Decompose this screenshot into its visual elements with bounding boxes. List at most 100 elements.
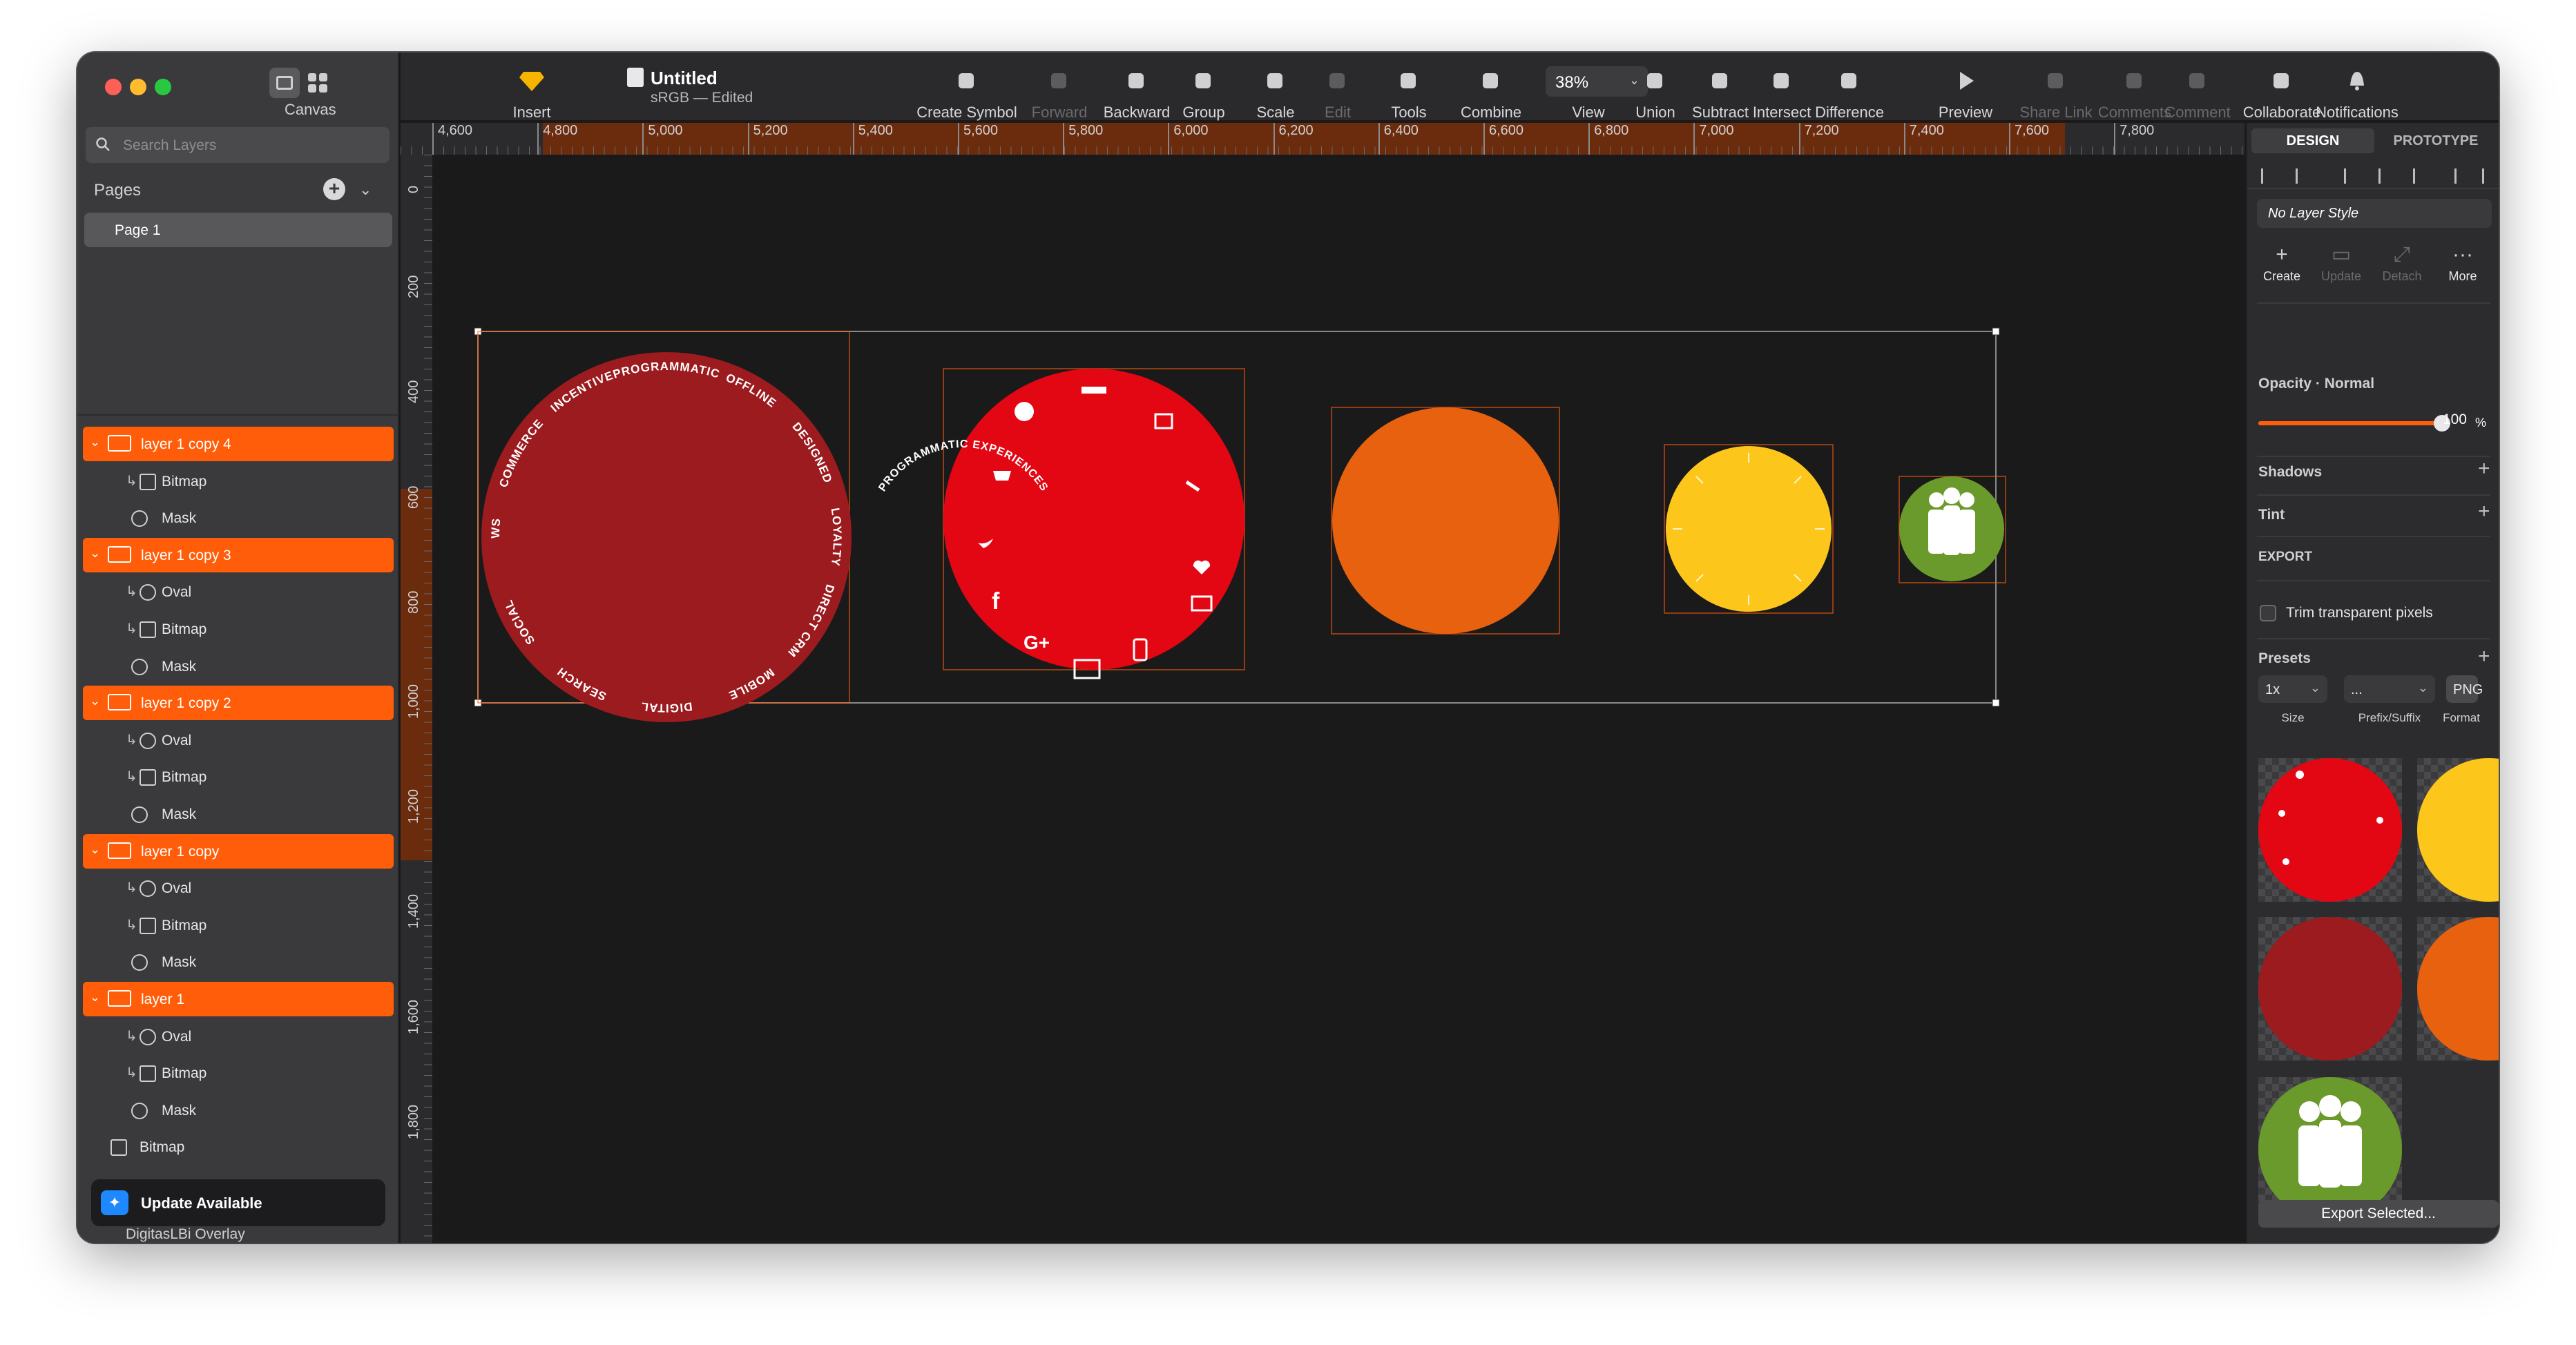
opacity-slider[interactable] bbox=[2258, 415, 2450, 432]
align-center-icon[interactable] bbox=[2296, 168, 2311, 184]
canvas[interactable]: PROGRAMMATIC OFFLINE DESIGNED LOYALTY DIRECT… bbox=[427, 144, 2245, 1243]
chevron-down-icon[interactable]: ⌄ bbox=[90, 694, 100, 708]
group-button[interactable]: Group bbox=[1173, 62, 1235, 121]
circle-yellow[interactable] bbox=[1666, 446, 1832, 612]
chevron-down-icon[interactable]: ⌄ bbox=[90, 842, 100, 857]
comment-button[interactable]: Comment bbox=[2159, 62, 2236, 121]
folder-icon bbox=[108, 694, 131, 711]
chevron-down-icon[interactable]: ⌄ bbox=[90, 990, 100, 1005]
align-top-icon[interactable] bbox=[2454, 168, 2470, 184]
export-preview-orange[interactable] bbox=[2417, 917, 2499, 1061]
layer-item[interactable]: ↳ Oval bbox=[83, 574, 394, 609]
preset-prefix-select[interactable]: ... ⌄ bbox=[2344, 675, 2435, 703]
tab-design[interactable]: DESIGN bbox=[2251, 128, 2374, 153]
folder-icon bbox=[108, 545, 131, 563]
layer-style-select[interactable]: No Layer Style bbox=[2257, 199, 2492, 228]
canvas-view-icon[interactable] bbox=[269, 68, 300, 98]
export-preview-green[interactable] bbox=[2258, 1077, 2402, 1221]
oval-icon bbox=[140, 584, 156, 601]
more-style-button[interactable]: ··· More bbox=[2435, 244, 2490, 284]
layer-item[interactable]: Mask bbox=[83, 797, 394, 831]
minimize-window-button[interactable] bbox=[130, 79, 146, 95]
canvas-view-toggle[interactable] bbox=[269, 68, 331, 105]
layer-item[interactable]: ↳ Bitmap bbox=[83, 1056, 394, 1090]
circle-orange[interactable] bbox=[1332, 407, 1559, 634]
ruler-label: 5,000 bbox=[642, 123, 682, 155]
circle-red-icons[interactable] bbox=[943, 369, 1244, 670]
zoom-window-button[interactable] bbox=[155, 79, 171, 95]
create-style-button[interactable]: + Create bbox=[2254, 244, 2309, 284]
tools-button[interactable]: Tools bbox=[1381, 62, 1436, 121]
ruler-label: 7,400 bbox=[1903, 123, 1944, 155]
preset-format-select[interactable]: PNG bbox=[2446, 675, 2483, 703]
shadows-label: Shadows bbox=[2258, 464, 2323, 480]
layer-item[interactable]: ↳ Oval bbox=[83, 871, 394, 905]
update-style-button[interactable]: ▭ Update bbox=[2314, 244, 2369, 284]
update-available-button[interactable]: ✦ Update Available bbox=[91, 1179, 385, 1226]
create-symbol-button[interactable]: Create Symbol bbox=[906, 62, 1028, 121]
tab-prototype[interactable]: PROTOTYPE bbox=[2374, 128, 2497, 153]
align-hcenter-icon[interactable] bbox=[2378, 168, 2394, 184]
forward-button[interactable]: Forward bbox=[1026, 62, 1093, 121]
backward-button[interactable]: Backward bbox=[1095, 62, 1178, 121]
export-preview-yellow[interactable] bbox=[2417, 758, 2499, 902]
layer-item[interactable]: Mask bbox=[83, 501, 394, 535]
scale-button[interactable]: Scale bbox=[1250, 62, 1301, 121]
page-item[interactable]: Page 1 bbox=[84, 213, 392, 247]
close-window-button[interactable] bbox=[105, 79, 122, 95]
layer-group-item[interactable]: ⌄ layer 1 copy 3 bbox=[83, 537, 394, 572]
layer-item[interactable]: Mask bbox=[83, 945, 394, 979]
insert-button[interactable]: Insert bbox=[504, 62, 559, 121]
add-page-icon[interactable]: + bbox=[323, 178, 345, 200]
combine-button[interactable]: Combine bbox=[1453, 62, 1529, 121]
chevron-down-icon[interactable]: ⌄ bbox=[359, 181, 372, 199]
layer-item[interactable]: ↳ Bitmap bbox=[83, 612, 394, 646]
clip-arrow-icon: ↳ bbox=[126, 584, 137, 600]
edit-button[interactable]: Edit bbox=[1315, 62, 1361, 121]
chevron-down-icon[interactable]: ⌄ bbox=[90, 546, 100, 561]
notifications-button[interactable]: Notifications bbox=[2305, 62, 2409, 121]
layer-group-item[interactable]: ⌄ layer 1 bbox=[83, 982, 394, 1016]
layer-group-item[interactable]: ⌄ layer 1 copy bbox=[83, 833, 394, 869]
distribute-icon[interactable] bbox=[2344, 168, 2359, 184]
add-preset-icon[interactable]: + bbox=[2478, 645, 2490, 668]
layer-group-item[interactable]: ⌄ layer 1 copy 2 bbox=[83, 686, 394, 721]
layer-item[interactable]: ↳ Bitmap bbox=[83, 908, 394, 942]
layer-item[interactable]: Mask bbox=[83, 1093, 394, 1128]
detach-style-button[interactable]: ⤢ Detach bbox=[2374, 244, 2430, 284]
share-export-icon[interactable] bbox=[2456, 1200, 2492, 1228]
circle-dark-red[interactable] bbox=[481, 352, 852, 722]
vertical-ruler[interactable]: 0 200 400 600 800 1,000 1,200 1,400 1,600 1,800 bbox=[401, 155, 432, 1243]
layer-item-overlay[interactable]: DigitasLBi Overlay bbox=[126, 1226, 245, 1243]
align-bottom-icon[interactable] bbox=[2482, 168, 2497, 184]
caption-prefix: Prefix/Suffix bbox=[2358, 711, 2421, 724]
layer-item[interactable]: ↳ Oval bbox=[83, 723, 394, 757]
layer-item[interactable]: ↳ Bitmap bbox=[83, 464, 394, 499]
preview-button[interactable]: Preview bbox=[1930, 62, 2001, 121]
export-preview-red[interactable] bbox=[2258, 758, 2402, 902]
view-button[interactable]: View bbox=[1568, 62, 1609, 121]
add-shadow-icon[interactable]: + bbox=[2478, 457, 2490, 481]
align-left-icon[interactable] bbox=[2261, 168, 2276, 184]
toolbar-label: Preview bbox=[1938, 104, 1993, 121]
layer-item[interactable]: ↳ Bitmap bbox=[83, 759, 394, 794]
search-layers-input[interactable] bbox=[123, 130, 378, 162]
horizontal-ruler[interactable]: 4,600 4,800 5,000 5,200 5,400 5,600 5,800 6,000… bbox=[401, 123, 2245, 155]
layer-group-item[interactable]: ⌄ layer 1 copy 4 bbox=[83, 427, 394, 461]
difference-button[interactable]: Difference bbox=[1807, 62, 1892, 121]
subtract-button[interactable]: Subtract bbox=[1686, 62, 1754, 121]
chevron-down-icon[interactable]: ⌄ bbox=[90, 435, 100, 449]
preset-size-select[interactable]: 1x ⌄ bbox=[2258, 675, 2327, 703]
export-preview-dark-red[interactable] bbox=[2258, 917, 2402, 1061]
align-right-icon[interactable] bbox=[2413, 168, 2428, 184]
union-button[interactable]: Union bbox=[1627, 62, 1684, 121]
layer-item[interactable]: ↳ Oval bbox=[83, 1019, 394, 1054]
grid-view-icon[interactable] bbox=[302, 68, 333, 98]
opacity-input[interactable]: 100 bbox=[2428, 412, 2467, 436]
opacity-label[interactable]: Opacity · Normal bbox=[2258, 376, 2374, 392]
layer-item[interactable]: Mask bbox=[83, 649, 394, 684]
layer-item[interactable]: Bitmap bbox=[83, 1130, 394, 1164]
share-link-button[interactable]: Share Link bbox=[2010, 62, 2102, 121]
trim-checkbox[interactable] bbox=[2260, 605, 2276, 621]
add-tint-icon[interactable]: + bbox=[2478, 500, 2490, 523]
